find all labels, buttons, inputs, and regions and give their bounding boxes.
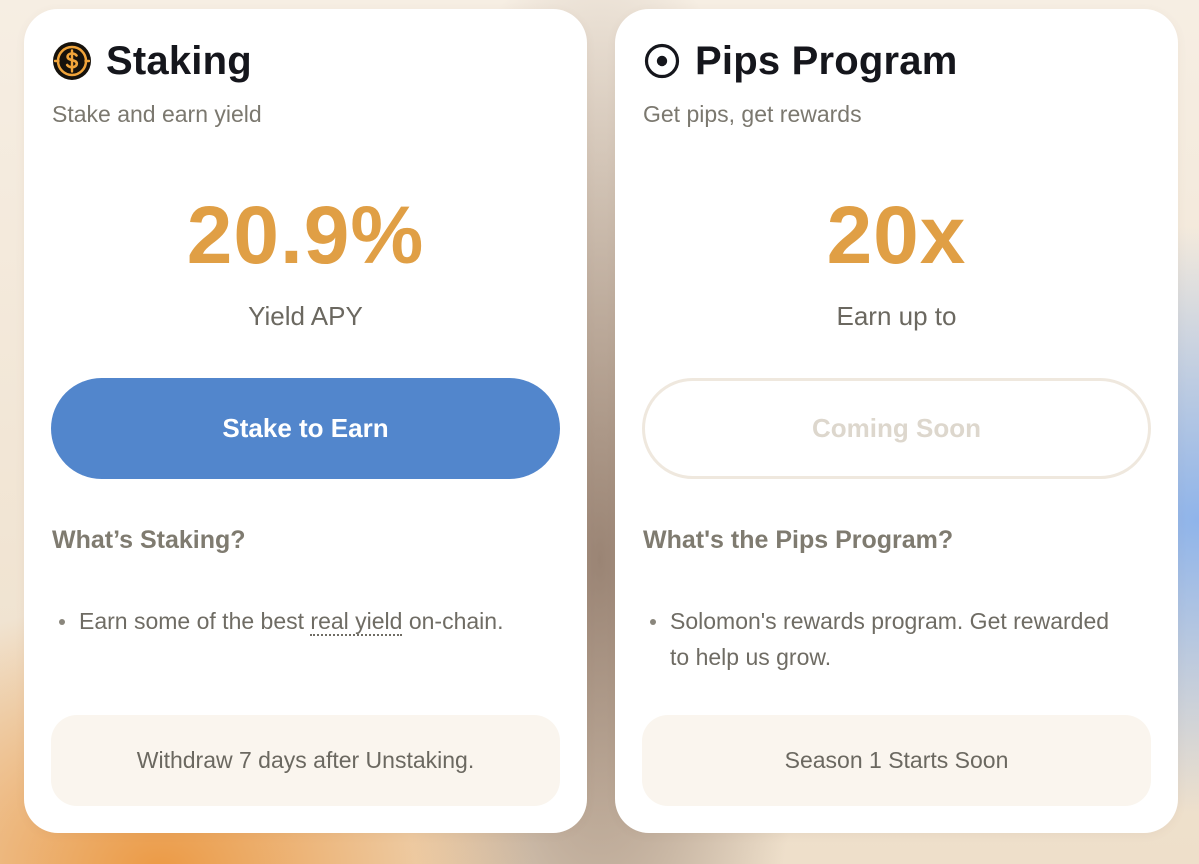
staking-faq-heading: What’s Staking?: [52, 526, 246, 554]
pips-bullet-list: Solomon's rewards program. Get rewarded …: [643, 603, 1113, 675]
staking-apy-label: Yield APY: [248, 301, 363, 331]
pips-card: Pips Program Get pips, get rewards 20x E…: [615, 9, 1178, 833]
pips-subtitle: Get pips, get rewards: [643, 101, 862, 127]
coming-soon-button: Coming Soon: [642, 378, 1151, 479]
staking-apy-value: 20.9%: [186, 190, 425, 281]
pips-season-note: Season 1 Starts Soon: [642, 715, 1151, 806]
staking-subtitle: Stake and earn yield: [52, 101, 262, 127]
pips-title: Pips Program: [695, 38, 958, 83]
stake-to-earn-button[interactable]: Stake to Earn: [51, 378, 560, 479]
staking-header: Staking: [52, 39, 252, 83]
real-yield-tooltip-link[interactable]: real yield: [310, 608, 403, 636]
target-icon: [643, 42, 681, 80]
pips-header: Pips Program: [643, 39, 957, 83]
dollar-coin-icon: [52, 41, 92, 81]
staking-bullet-text-before: Earn some of the best: [79, 608, 311, 634]
pips-multiplier-label: Earn up to: [836, 301, 957, 331]
staking-card: Staking Stake and earn yield 20.9% Yield…: [24, 9, 587, 833]
pips-bullet-item: Solomon's rewards program. Get rewarded …: [643, 603, 1113, 675]
staking-withdraw-note: Withdraw 7 days after Unstaking.: [51, 715, 560, 806]
staking-bullet-text-after: on-chain.: [402, 608, 504, 634]
staking-title: Staking: [106, 38, 252, 83]
staking-bullet-list: Earn some of the best real yield on-chai…: [52, 603, 522, 639]
pips-faq-heading: What's the Pips Program?: [643, 526, 954, 554]
pips-multiplier-value: 20x: [826, 190, 967, 281]
staking-bullet-item: Earn some of the best real yield on-chai…: [52, 603, 522, 639]
